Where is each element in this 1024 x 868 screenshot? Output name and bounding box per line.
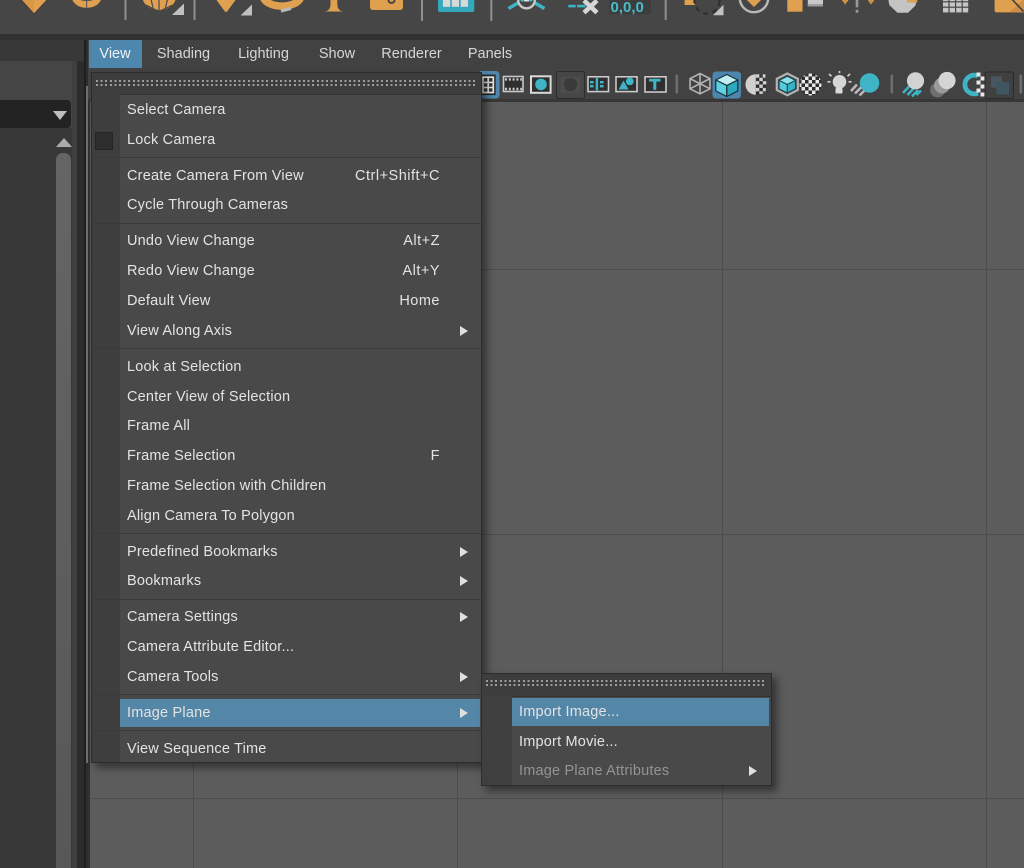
svg-text:0,0,0: 0,0,0 (611, 0, 644, 16)
